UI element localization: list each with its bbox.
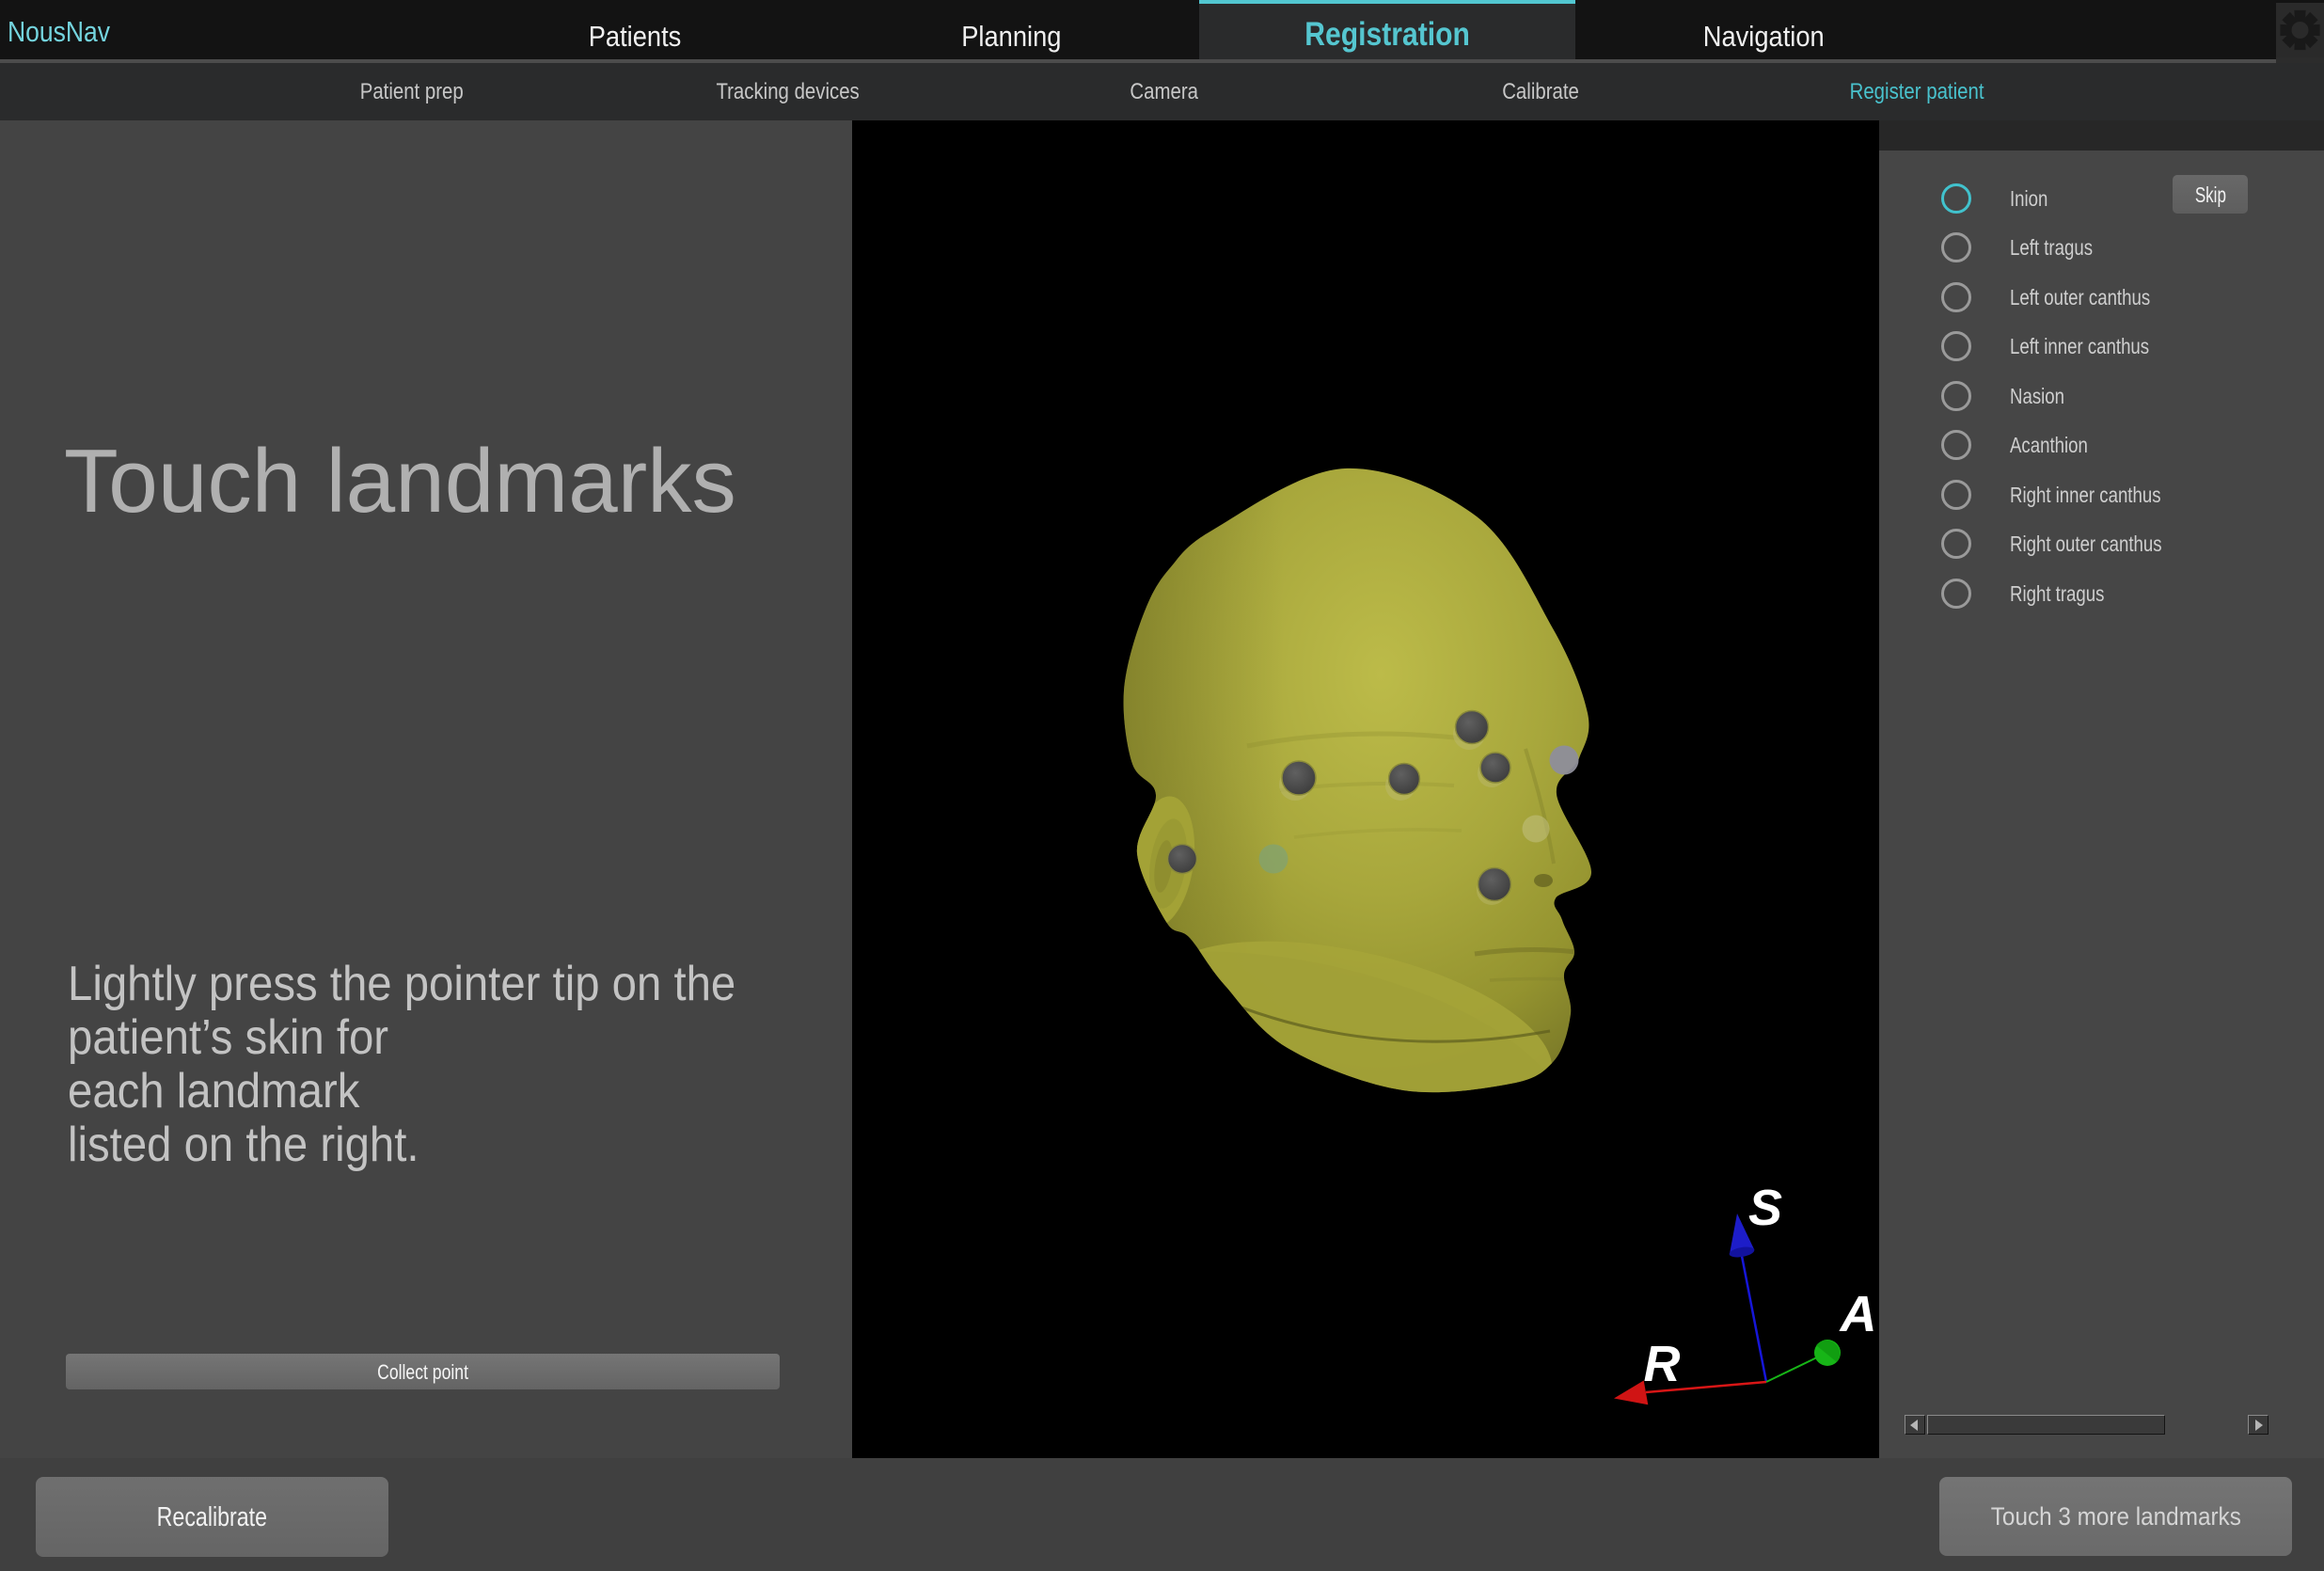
svg-text:A: A: [1839, 1286, 1877, 1342]
svg-text:S: S: [1748, 1180, 1782, 1236]
svg-text:R: R: [1644, 1336, 1681, 1392]
